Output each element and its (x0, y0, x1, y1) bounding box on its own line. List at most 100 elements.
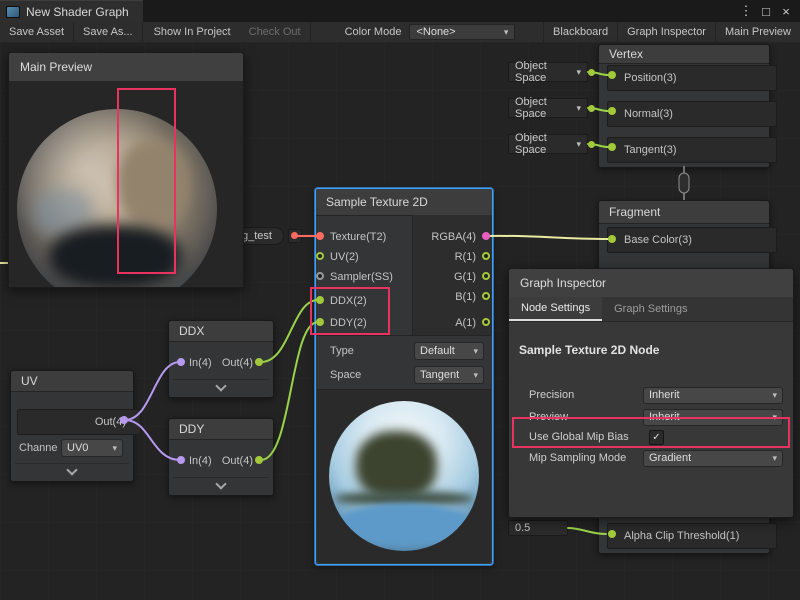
space-value: Tangent (420, 369, 459, 381)
port-alpha-clip-in[interactable] (608, 530, 616, 538)
type-dropdown[interactable]: Default ▾ (414, 342, 484, 360)
space-value: Object Space (515, 96, 576, 120)
menu-kebab-icon[interactable]: ⋮ (736, 1, 756, 21)
inspector-tab-bar: Node Settings Graph Settings (509, 297, 793, 322)
port-label: Normal(3) (624, 108, 673, 120)
mip-sampling-mode-label: Mip Sampling Mode (523, 452, 643, 464)
check-out-button: Check Out (240, 22, 311, 42)
chevron-down-icon: ▾ (504, 27, 509, 38)
port-label: Alpha Clip Threshold(1) (624, 530, 739, 542)
inspector-content: Sample Texture 2D Node Precision Inherit… (509, 321, 793, 517)
port-position-in[interactable] (608, 71, 616, 79)
port-a-out[interactable] (482, 318, 490, 326)
output-label-rgba: RGBA(4) (396, 229, 476, 245)
port-ddy-node-in[interactable] (177, 456, 185, 464)
tangent-space-dropdown[interactable]: Object Space ▾ (508, 134, 588, 154)
sample-node-title: Sample Texture 2D (316, 189, 492, 216)
fragment-port-alpha-clip[interactable]: Alpha Clip Threshold(1) (607, 523, 777, 549)
toolbar: Save Asset Save As... Show In Project Ch… (0, 22, 800, 43)
port-ddx-node-out[interactable] (255, 358, 263, 366)
port-gtest-out[interactable] (291, 232, 298, 239)
port-ddy-in[interactable] (316, 318, 324, 326)
alpha-clip-value: 0.5 (515, 522, 530, 534)
graph-inspector-toggle-button[interactable]: Graph Inspector (617, 22, 715, 42)
port-uv-node-out[interactable] (120, 416, 128, 424)
port-sampler-in[interactable] (316, 272, 324, 280)
port-g-out[interactable] (482, 272, 490, 280)
divider (317, 335, 491, 336)
title-bar: New Shader Graph ⋮ □ × (0, 0, 800, 22)
port-tangent-space-out[interactable] (588, 141, 595, 148)
port-texture-in[interactable] (316, 232, 324, 240)
vertex-node-title: Vertex (599, 45, 769, 64)
tab-node-settings[interactable]: Node Settings (509, 297, 602, 321)
chevron-down-icon: ▾ (112, 443, 117, 454)
port-base-color-in[interactable] (608, 235, 616, 243)
precision-row: Precision Inherit ▾ (523, 385, 783, 405)
vertex-node[interactable]: Vertex Position(3) Normal(3) Tangent(3) (598, 44, 770, 168)
wire-rgba-to-base-color[interactable] (487, 236, 608, 239)
ddx-collapse-bar[interactable] (173, 379, 269, 394)
chevron-down-icon: ▾ (772, 412, 777, 423)
uv-node-title: UV (11, 371, 133, 392)
uv-channel-dropdown[interactable]: UV0 ▾ (61, 439, 123, 457)
graph-inspector-header[interactable]: Graph Inspector (509, 269, 793, 298)
building-reflection (117, 141, 189, 225)
sample-texture-2d-node[interactable]: Sample Texture 2D Texture(T2) UV(2) Samp… (315, 188, 493, 565)
preview-value: Inherit (649, 411, 680, 423)
preview-dropdown[interactable]: Inherit ▾ (643, 409, 783, 426)
space-dropdown[interactable]: Tangent ▾ (414, 366, 484, 384)
port-ddx-in[interactable] (316, 296, 324, 304)
color-mode-value: <None> (416, 26, 455, 38)
fragment-port-base-color[interactable]: Base Color(3) (607, 227, 777, 253)
type-value: Default (420, 345, 455, 357)
precision-dropdown[interactable]: Inherit ▾ (643, 387, 783, 404)
output-label-g: G(1) (396, 269, 476, 285)
tab-title: New Shader Graph (26, 5, 129, 19)
document-tab[interactable]: New Shader Graph (0, 0, 143, 22)
mip-bias-checkbox[interactable]: ✓ (649, 430, 664, 445)
port-b-out[interactable] (482, 292, 490, 300)
main-preview-panel: Main Preview (8, 52, 244, 288)
main-preview-header[interactable]: Main Preview (9, 53, 243, 82)
tab-graph-settings[interactable]: Graph Settings (602, 297, 699, 321)
port-rgba-out[interactable] (482, 232, 490, 240)
ddy-collapse-bar[interactable] (173, 477, 269, 492)
mip-sampling-mode-row: Mip Sampling Mode Gradient ▾ (523, 448, 783, 468)
port-normal-in[interactable] (608, 107, 616, 115)
uv-node[interactable]: UV Out(4) Channe UV0 ▾ (10, 370, 134, 482)
chevron-down-icon: ▾ (772, 390, 777, 401)
mip-sampling-mode-dropdown[interactable]: Gradient ▾ (643, 450, 783, 467)
water-reflection (337, 503, 472, 545)
close-icon[interactable]: × (776, 1, 796, 21)
save-asset-button[interactable]: Save Asset (0, 22, 74, 42)
tree-reflection (356, 431, 437, 500)
shader-graph-window: New Shader Graph ⋮ □ × Save Asset Save A… (0, 0, 800, 600)
port-r-out[interactable] (482, 252, 490, 260)
vertex-port-normal[interactable]: Normal(3) (607, 101, 777, 127)
main-preview-body (9, 81, 243, 287)
alpha-clip-value-field[interactable]: 0.5 (508, 520, 568, 536)
save-as-button[interactable]: Save As... (74, 22, 143, 42)
color-mode-dropdown[interactable]: <None> ▾ (409, 24, 515, 40)
position-space-dropdown[interactable]: Object Space ▾ (508, 62, 588, 82)
graph-canvas[interactable]: Vertex Position(3) Normal(3) Tangent(3) … (0, 42, 800, 600)
show-in-project-button[interactable]: Show In Project (145, 22, 240, 42)
main-preview-toggle-button[interactable]: Main Preview (715, 22, 800, 42)
sample-preview-sphere (329, 401, 479, 551)
maximize-icon[interactable]: □ (756, 1, 776, 21)
ddx-node-title: DDX (169, 321, 273, 342)
port-normal-space-out[interactable] (588, 105, 595, 112)
normal-space-dropdown[interactable]: Object Space ▾ (508, 98, 588, 118)
port-label: Position(3) (624, 72, 677, 84)
port-position-space-out[interactable] (588, 69, 595, 76)
precision-value: Inherit (649, 389, 680, 401)
port-ddx-node-in[interactable] (177, 358, 185, 366)
vertex-port-tangent[interactable]: Tangent(3) (607, 137, 777, 163)
port-tangent-in[interactable] (608, 143, 616, 151)
uv-collapse-bar[interactable] (15, 463, 129, 478)
vertex-port-position[interactable]: Position(3) (607, 65, 777, 91)
port-uv-in[interactable] (316, 252, 324, 260)
blackboard-toggle-button[interactable]: Blackboard (543, 22, 617, 42)
port-ddy-node-out[interactable] (255, 456, 263, 464)
